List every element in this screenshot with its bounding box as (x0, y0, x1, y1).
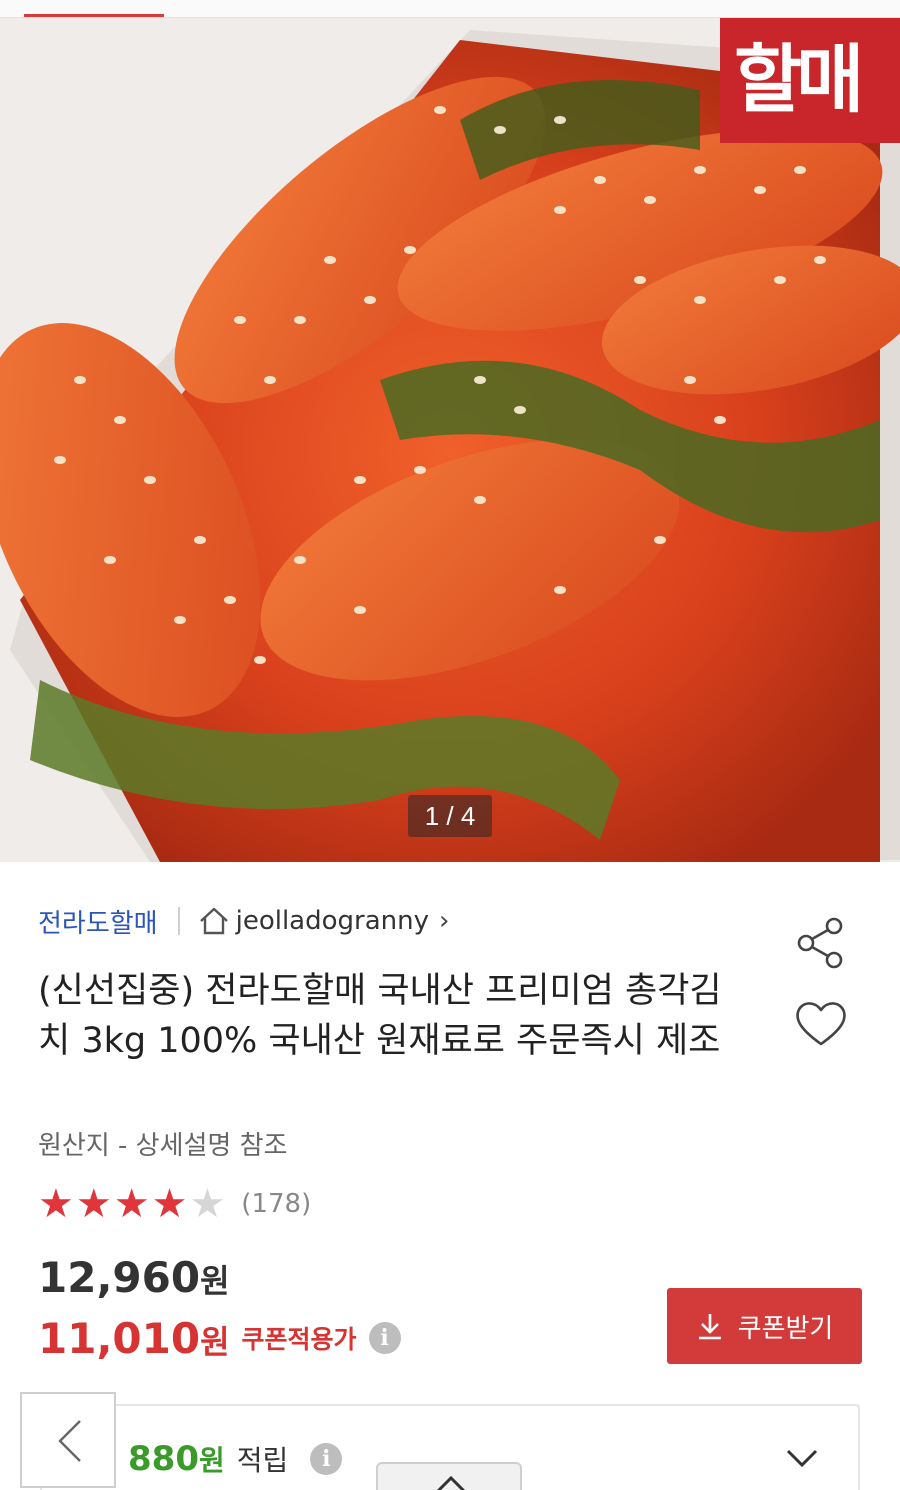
origin-info: 원산지 - 상세설명 참조 (38, 1131, 288, 1161)
points-row: 880원 적립 i (128, 1432, 343, 1486)
chevron-left-icon (58, 1420, 81, 1462)
chevron-right-icon: › (439, 906, 450, 936)
active-tab-indicator (24, 0, 164, 17)
info-icon[interactable]: i (368, 1322, 401, 1354)
coupon-price-value: 11,010 (38, 1313, 201, 1363)
home-icon (199, 907, 228, 935)
heart-icon (796, 1002, 846, 1046)
chevron-down-icon[interactable] (784, 1446, 820, 1470)
rating-row[interactable]: ★ ★ ★ ★ ★ (178) (38, 1182, 311, 1226)
original-price: 12,960원 (38, 1248, 230, 1311)
get-coupon-label: 쿠폰받기 (737, 1313, 834, 1344)
coupon-price-row: 11,010원 쿠폰적용가 i (38, 1308, 401, 1368)
star-icon-filled: ★ (151, 1181, 188, 1227)
back-button[interactable] (20, 1392, 116, 1488)
currency-unit: 원 (200, 1322, 230, 1361)
image-page-indicator: 1 / 4 (408, 795, 492, 837)
seller-row: 전라도할매 jeolladogranny › (38, 898, 449, 944)
download-icon (698, 1314, 721, 1340)
product-title: (신선집중) 전라도할매 국내산 프리미엄 총각김치 3kg 100% 국내산 … (38, 971, 722, 1061)
original-price-value: 12,960 (38, 1253, 201, 1302)
wishlist-button[interactable] (792, 996, 850, 1052)
store-id: jeolladogranny (235, 906, 429, 936)
info-icon[interactable]: i (310, 1443, 343, 1475)
points-amount: 880원 (128, 1439, 225, 1479)
brand-logo: 할매 (720, 18, 900, 143)
star-icon-empty: ★ (189, 1181, 226, 1227)
store-link[interactable]: jeolladogranny › (198, 906, 450, 936)
points-label: 적립 (236, 1444, 289, 1477)
share-icon (797, 917, 843, 969)
currency-unit: 원 (200, 1262, 230, 1300)
star-icon-filled: ★ (113, 1181, 150, 1227)
brand-logo-text: 할매 (734, 37, 864, 123)
points-value: 880 (128, 1439, 199, 1479)
currency-unit: 원 (198, 1444, 225, 1477)
coupon-price: 11,010원 (38, 1314, 230, 1363)
share-button[interactable] (792, 914, 850, 972)
get-coupon-button[interactable]: 쿠폰받기 (667, 1288, 862, 1364)
review-count: (178) (241, 1189, 312, 1219)
star-icon-filled: ★ (38, 1181, 74, 1227)
seller-name-link[interactable]: 전라도할매 (38, 903, 158, 940)
chevron-up-icon (436, 1475, 466, 1490)
divider (177, 907, 180, 935)
expand-handle[interactable] (376, 1462, 522, 1490)
product-image-carousel[interactable]: 할매 1 / 4 (0, 0, 900, 862)
star-icon-filled: ★ (75, 1181, 112, 1227)
coupon-price-label: 쿠폰적용가 (241, 1325, 357, 1354)
